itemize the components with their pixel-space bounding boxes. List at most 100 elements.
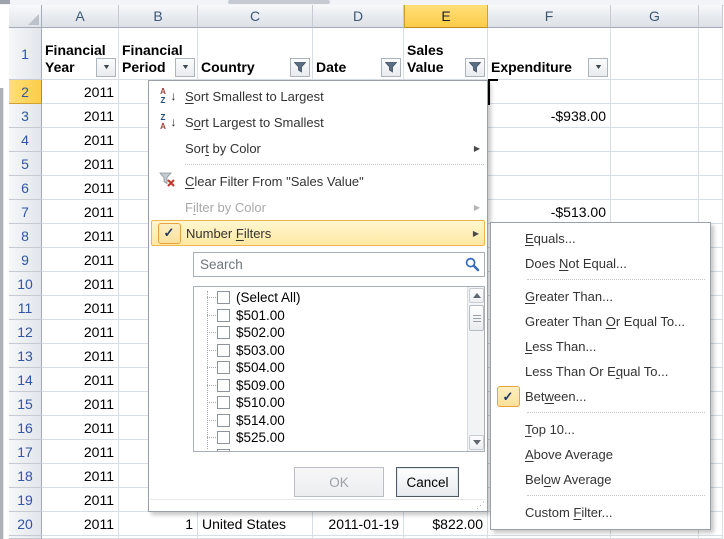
cell-F3[interactable]: -$938.00 bbox=[488, 104, 611, 128]
row-header-12[interactable]: 12 bbox=[9, 320, 42, 344]
header-cell-F[interactable]: Expenditure▼ bbox=[488, 28, 611, 80]
row-header-11[interactable]: 11 bbox=[9, 296, 42, 320]
cell-H2[interactable] bbox=[699, 80, 723, 104]
row-header-13[interactable]: 13 bbox=[9, 344, 42, 368]
cell-F2[interactable] bbox=[488, 80, 611, 104]
header-cell-G[interactable] bbox=[611, 28, 699, 80]
submenu-item-below-average[interactable]: Below Average bbox=[491, 467, 710, 492]
row-header-18[interactable]: 18 bbox=[9, 464, 42, 488]
column-header-F[interactable]: F bbox=[488, 5, 611, 28]
cell-A5[interactable]: 2011 bbox=[42, 152, 119, 176]
ok-button[interactable]: OK bbox=[294, 467, 384, 497]
cell-F4[interactable] bbox=[488, 128, 611, 152]
menu-item-sort-smallest-to-largest[interactable]: AZ↓Sort Smallest to Largest bbox=[149, 83, 487, 109]
row-header-9[interactable]: 9 bbox=[9, 248, 42, 272]
cell-G2[interactable] bbox=[611, 80, 699, 104]
filter-value-503-00[interactable]: $503.00 bbox=[200, 342, 484, 360]
filter-value-514-00[interactable]: $514.00 bbox=[200, 412, 484, 430]
cell-F7[interactable]: -$513.00 bbox=[488, 200, 611, 224]
submenu-item-greater-than[interactable]: Greater Than... bbox=[491, 284, 710, 309]
column-header-D[interactable]: D bbox=[313, 5, 404, 28]
cell-H5[interactable] bbox=[699, 152, 723, 176]
row-header-10[interactable]: 10 bbox=[9, 272, 42, 296]
column-header-E[interactable]: E bbox=[404, 5, 488, 28]
cell-A13[interactable]: 2011 bbox=[42, 344, 119, 368]
scroll-down-button[interactable] bbox=[469, 435, 484, 450]
filter-button-expenditure[interactable]: ▼ bbox=[588, 58, 608, 77]
cell-A15[interactable]: 2011 bbox=[42, 392, 119, 416]
column-header-G[interactable]: G bbox=[611, 5, 699, 28]
menu-item-number-filters[interactable]: ✓Number Filters▶ bbox=[151, 220, 485, 246]
submenu-item-does-not-equal[interactable]: Does Not Equal... bbox=[491, 251, 710, 276]
cell-F5[interactable] bbox=[488, 152, 611, 176]
filter-value-525-00[interactable]: $525.00 bbox=[200, 429, 484, 447]
cell-A14[interactable]: 2011 bbox=[42, 368, 119, 392]
filter-button-financial-period[interactable]: ▼ bbox=[175, 58, 195, 77]
submenu-item-less-than[interactable]: Less Than... bbox=[491, 334, 710, 359]
filter-value-501-00[interactable]: $501.00 bbox=[200, 307, 484, 325]
filter-search-box[interactable] bbox=[193, 252, 485, 277]
cell-A8[interactable]: 2011 bbox=[42, 224, 119, 248]
header-cell-B[interactable]: FinancialPeriod▼ bbox=[119, 28, 198, 80]
filter-button-sales-value[interactable] bbox=[465, 58, 485, 77]
scrollbar-thumb[interactable] bbox=[469, 305, 484, 331]
row-header-3[interactable]: 3 bbox=[9, 104, 42, 128]
cell-A20[interactable]: 2011 bbox=[42, 512, 119, 536]
row-header-4[interactable]: 4 bbox=[9, 128, 42, 152]
cell-A16[interactable]: 2011 bbox=[42, 416, 119, 440]
cancel-button[interactable]: Cancel bbox=[396, 467, 459, 497]
cell-A7[interactable]: 2011 bbox=[42, 200, 119, 224]
menu-item-clear-filter-from-sales-value[interactable]: Clear Filter From "Sales Value" bbox=[149, 168, 487, 194]
resize-grip-icon[interactable]: ⋰ bbox=[476, 501, 485, 510]
search-input[interactable] bbox=[194, 257, 460, 272]
row-header-15[interactable]: 15 bbox=[9, 392, 42, 416]
column-header-A[interactable]: A bbox=[42, 5, 119, 28]
row-header-6[interactable]: 6 bbox=[9, 176, 42, 200]
cell-G4[interactable] bbox=[611, 128, 699, 152]
row-header-17[interactable]: 17 bbox=[9, 440, 42, 464]
submenu-item-above-average[interactable]: Above Average bbox=[491, 442, 710, 467]
cell-A6[interactable]: 2011 bbox=[42, 176, 119, 200]
row-header-8[interactable]: 8 bbox=[9, 224, 42, 248]
row-header-19[interactable]: 19 bbox=[9, 488, 42, 512]
column-header-partial[interactable] bbox=[699, 5, 723, 28]
cell-H3[interactable] bbox=[699, 104, 723, 128]
cell-D20[interactable]: 2011-01-19 bbox=[313, 512, 404, 536]
column-header-B[interactable]: B bbox=[119, 5, 198, 28]
header-cell-D[interactable]: Date bbox=[313, 28, 404, 80]
scroll-up-button[interactable] bbox=[469, 288, 484, 303]
submenu-item-custom-filter[interactable]: Custom Filter... bbox=[491, 500, 710, 525]
filter-value-select-all[interactable]: (Select All) bbox=[200, 289, 484, 307]
cell-A18[interactable]: 2011 bbox=[42, 464, 119, 488]
header-cell-A[interactable]: FinancialYear▼ bbox=[42, 28, 119, 80]
submenu-item-less-than-or-equal-to[interactable]: Less Than Or Equal To... bbox=[491, 359, 710, 384]
cell-A2[interactable]: 2011 bbox=[42, 80, 119, 104]
submenu-item-top-10[interactable]: Top 10... bbox=[491, 417, 710, 442]
column-header-C[interactable]: C bbox=[198, 5, 313, 28]
submenu-item-between[interactable]: ✓Between... bbox=[491, 384, 710, 409]
row-header-2[interactable]: 2 bbox=[9, 80, 42, 104]
cell-A11[interactable]: 2011 bbox=[42, 296, 119, 320]
filter-button-financial-year[interactable]: ▼ bbox=[96, 58, 116, 77]
cell-A4[interactable]: 2011 bbox=[42, 128, 119, 152]
menu-item-sort-by-color[interactable]: Sort by Color▶ bbox=[149, 135, 487, 161]
cell-C20[interactable]: United States bbox=[198, 512, 313, 536]
submenu-item-equals[interactable]: Equals... bbox=[491, 226, 710, 251]
row-header-16[interactable]: 16 bbox=[9, 416, 42, 440]
cell-A9[interactable]: 2011 bbox=[42, 248, 119, 272]
cell-F6[interactable] bbox=[488, 176, 611, 200]
filter-value-510-00[interactable]: $510.00 bbox=[200, 394, 484, 412]
cell-B20[interactable]: 1 bbox=[119, 512, 198, 536]
cell-G7[interactable] bbox=[611, 200, 699, 224]
search-icon[interactable] bbox=[460, 257, 484, 272]
cell-H4[interactable] bbox=[699, 128, 723, 152]
cell-A3[interactable]: 2011 bbox=[42, 104, 119, 128]
cell-A19[interactable]: 2011 bbox=[42, 488, 119, 512]
filter-list-scrollbar[interactable] bbox=[467, 287, 484, 451]
submenu-item-greater-than-or-equal-to[interactable]: Greater Than Or Equal To... bbox=[491, 309, 710, 334]
row-header-20[interactable]: 20 bbox=[9, 512, 42, 536]
row-header-5[interactable]: 5 bbox=[9, 152, 42, 176]
filter-value-502-00[interactable]: $502.00 bbox=[200, 324, 484, 342]
header-cell-C[interactable]: Country bbox=[198, 28, 313, 80]
row-header-14[interactable]: 14 bbox=[9, 368, 42, 392]
